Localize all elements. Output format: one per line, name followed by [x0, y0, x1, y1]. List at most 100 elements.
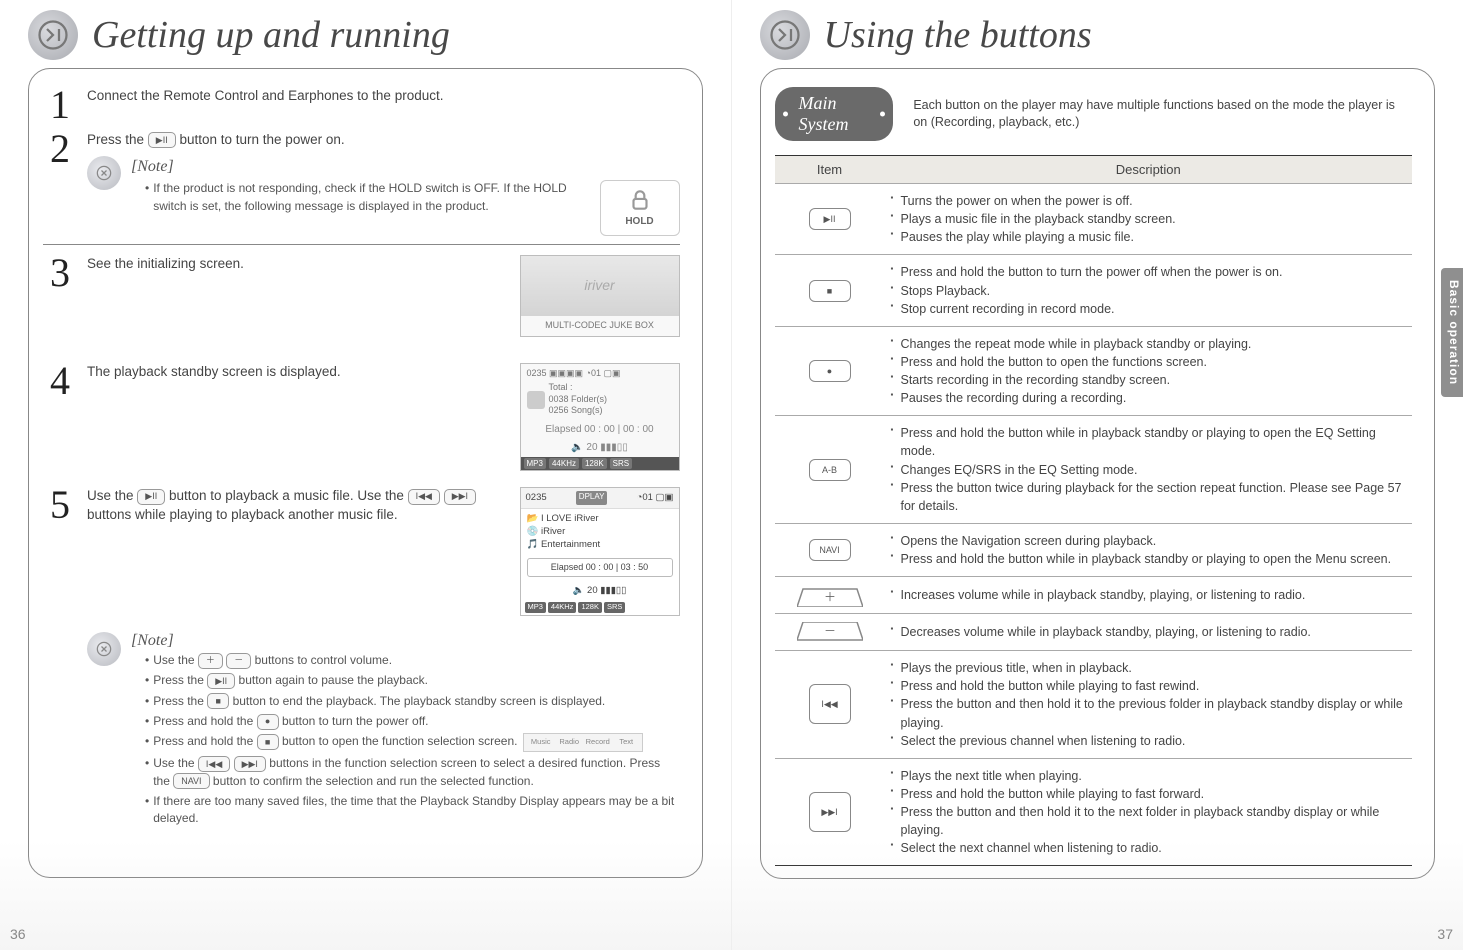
- note-title: [Note]: [131, 156, 680, 178]
- step-3: 3 iriver MULTI-CODEC JUKE BOX See the in…: [43, 255, 680, 355]
- step-num: 2: [43, 131, 77, 236]
- play-pause-icon: ▶II: [148, 132, 176, 148]
- desc-point: Plays the previous title, when in playba…: [891, 659, 1407, 677]
- desc-point: Select the previous channel when listeni…: [891, 732, 1407, 750]
- screenshot-standby: 0235 ▣▣▣▣ ◔01 ▢▣ Total : 0038 Folder(s) …: [520, 363, 680, 471]
- note2-list: Use the ＋ － buttons to control volume.Pr…: [131, 652, 680, 828]
- page-left: Getting up and running 1 Connect the Rem…: [0, 0, 732, 950]
- screenshot-playback: 0235 DPLAY ◔01 ▢▣ 📂 I LOVE iRiver 💿 iRiv…: [520, 487, 680, 616]
- inline-button-icon: I◀◀: [198, 756, 230, 772]
- side-tab: Basic operation: [1441, 268, 1463, 397]
- desc-point: Plays the next title when playing.: [891, 767, 1407, 785]
- desc-point: Changes EQ/SRS in the EQ Setting mode.: [891, 461, 1407, 479]
- hold-label: HOLD: [625, 215, 653, 229]
- step-num: 5: [43, 487, 77, 624]
- desc-point: Press the button and then hold it to the…: [891, 695, 1407, 731]
- inline-button-icon: －: [226, 653, 251, 669]
- item-cell: ●: [775, 326, 885, 416]
- note-block-1: [Note] HOLD If the product is not respon…: [87, 156, 680, 236]
- header-icon-left: [28, 10, 78, 60]
- left-header: Getting up and running: [28, 10, 703, 60]
- desc-point: Select the next channel when listening t…: [891, 839, 1407, 857]
- step-num: 1: [43, 87, 77, 123]
- button-icon: ●: [809, 360, 851, 382]
- desc-point: Press the button and then hold it to the…: [891, 803, 1407, 839]
- inline-button-icon: ＋: [198, 653, 223, 669]
- step-text: 0235 ▣▣▣▣ ◔01 ▢▣ Total : 0038 Folder(s) …: [87, 363, 680, 479]
- desc-point: Press and hold the button while playing …: [891, 785, 1407, 803]
- note2-item: Press and hold the ● button to turn the …: [145, 713, 680, 730]
- page-number-right: 37: [1437, 926, 1453, 942]
- inline-button-icon: ▶▶I: [234, 756, 266, 772]
- inline-button-icon: NAVI: [173, 773, 209, 789]
- right-header: Using the buttons: [760, 10, 1436, 60]
- table-row: ■ Press and hold the button to turn the p…: [775, 255, 1413, 326]
- col-desc: Description: [885, 156, 1413, 184]
- page-number-left: 36: [10, 926, 26, 942]
- col-item: Item: [775, 156, 885, 184]
- divider: [43, 244, 680, 245]
- desc-point: Pauses the recording during a recording.: [891, 389, 1407, 407]
- main-system-header: Main System Each button on the player ma…: [775, 87, 1413, 141]
- table-row: ▶▶IPlays the next title when playing.Pre…: [775, 758, 1413, 866]
- volume-down-icon: －: [797, 622, 863, 642]
- item-cell: A-B: [775, 416, 885, 524]
- table-row: － Decreases volume while in playback stan…: [775, 614, 1413, 651]
- note2-item: Press the ▶II button again to pause the …: [145, 672, 680, 689]
- desc-point: Press and hold the button while in playb…: [891, 424, 1407, 460]
- note2-item: Use the I◀◀ ▶▶I buttons in the function …: [145, 755, 680, 790]
- item-cell: ＋: [775, 577, 885, 614]
- desc-point: Press and hold the button to open the fu…: [891, 353, 1407, 371]
- item-cell: ▶II: [775, 184, 885, 255]
- note2-item: If there are too many saved files, the t…: [145, 793, 680, 828]
- page-right: Using the buttons Main System Each butto…: [732, 0, 1463, 950]
- prev-icon: I◀◀: [408, 489, 440, 505]
- volume-up-icon: ＋: [797, 585, 863, 605]
- desc-point: Pauses the play while playing a music fi…: [891, 228, 1407, 246]
- table-row: ● Changes the repeat mode while in playba…: [775, 326, 1413, 416]
- step-text: 0235 DPLAY ◔01 ▢▣ 📂 I LOVE iRiver 💿 iRiv…: [87, 487, 680, 624]
- desc-point: Stop current recording in record mode.: [891, 300, 1407, 318]
- play-pause-icon: ▶II: [137, 489, 165, 505]
- note-block-2: [Note] Use the ＋ － buttons to control vo…: [87, 632, 680, 831]
- step-num: 4: [43, 363, 77, 479]
- button-icon: I◀◀: [809, 684, 851, 724]
- button-icon: ■: [809, 280, 851, 302]
- table-row: NAVIOpens the Navigation screen during p…: [775, 523, 1413, 576]
- desc-cell: Turns the power on when the power is off…: [885, 184, 1413, 255]
- item-cell: ■: [775, 255, 885, 326]
- step-text: Connect the Remote Control and Earphones…: [87, 87, 680, 123]
- svg-text:－: －: [823, 624, 835, 638]
- main-system-desc: Each button on the player may have multi…: [913, 97, 1412, 132]
- desc-point: Increases volume while in playback stand…: [891, 586, 1407, 604]
- note-icon: [87, 156, 121, 190]
- desc-cell: Press and hold the button while in playb…: [885, 416, 1413, 524]
- note-text: If the product is not responding, check …: [131, 180, 680, 215]
- item-cell: I◀◀: [775, 651, 885, 759]
- desc-point: Press and hold the button while in playb…: [891, 550, 1407, 568]
- left-title: Getting up and running: [92, 13, 450, 57]
- desc-point: Changes the repeat mode while in playbac…: [891, 335, 1407, 353]
- inline-button-icon: ■: [257, 734, 279, 750]
- item-cell: ▶▶I: [775, 758, 885, 866]
- button-icon: ▶▶I: [809, 792, 851, 832]
- step-text: iriver MULTI-CODEC JUKE BOX See the init…: [87, 255, 680, 355]
- desc-point: Turns the power on when the power is off…: [891, 192, 1407, 210]
- table-row: ▶II Turns the power on when the power is …: [775, 184, 1413, 255]
- screenshot-initializing: iriver MULTI-CODEC JUKE BOX: [520, 255, 680, 337]
- desc-cell: Plays the next title when playing.Press …: [885, 758, 1413, 866]
- table-row: I◀◀ Plays the previous title, when in pla…: [775, 651, 1413, 759]
- desc-cell: Press and hold the button to turn the po…: [885, 255, 1413, 326]
- inline-button-icon: ■: [207, 693, 229, 709]
- button-icon: NAVI: [809, 539, 851, 561]
- desc-point: Decreases volume while in playback stand…: [891, 623, 1407, 641]
- desc-point: Plays a music file in the playback stand…: [891, 210, 1407, 228]
- next-icon: ▶▶I: [444, 489, 476, 505]
- step-4: 4 0235 ▣▣▣▣ ◔01 ▢▣ Total : 0038 Folder(s…: [43, 363, 680, 479]
- item-cell: －: [775, 614, 885, 651]
- step-2: 2 Press the ▶II button to turn the power…: [43, 131, 680, 236]
- function-select-screenshot: MusicRadioRecordText: [523, 733, 643, 752]
- hold-badge: HOLD: [600, 180, 680, 236]
- step-num: 3: [43, 255, 77, 355]
- codec-bar: MP3 44KHz 128K SRS: [521, 457, 679, 470]
